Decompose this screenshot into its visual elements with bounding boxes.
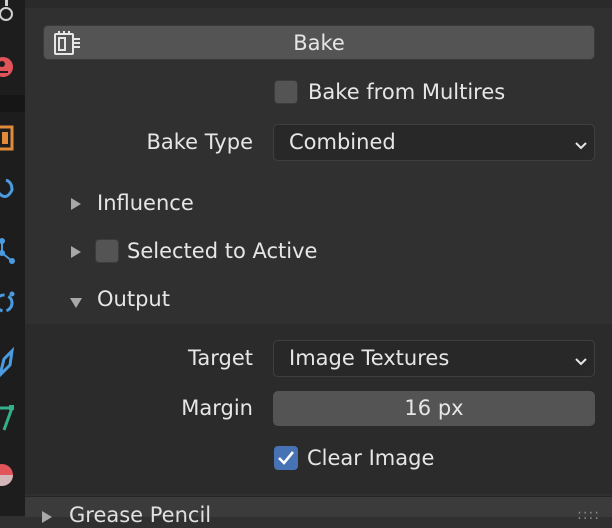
properties-tab-sidebar	[0, 0, 25, 516]
grease-pencil-panel-header[interactable]: Grease Pencil ::::	[25, 496, 612, 527]
bake-type-value: Combined	[289, 130, 396, 154]
grease-pencil-expand-icon[interactable]	[41, 509, 53, 528]
chevron-down-icon	[574, 353, 588, 372]
shading-icon[interactable]	[0, 458, 25, 492]
selected-to-active-expand-icon[interactable]	[70, 244, 82, 263]
margin-label: Margin	[181, 396, 253, 420]
clear-image-label: Clear Image	[307, 446, 435, 470]
clear-image-checkbox[interactable]	[274, 446, 298, 470]
output-section-header[interactable]: Output	[97, 287, 170, 311]
panel-top-strip	[25, 0, 612, 8]
selected-to-active-header[interactable]: Selected to Active	[127, 239, 317, 263]
target-value: Image Textures	[289, 346, 450, 370]
object-properties-icon[interactable]	[0, 121, 25, 155]
bake-button[interactable]: Bake	[43, 25, 595, 60]
bake-type-dropdown[interactable]: Combined	[273, 124, 595, 161]
selected-to-active-checkbox[interactable]	[95, 239, 119, 263]
target-dropdown[interactable]: Image Textures	[273, 340, 595, 377]
constraints-icon[interactable]	[0, 286, 25, 320]
bake-button-label: Bake	[293, 31, 345, 55]
material-icon[interactable]	[0, 50, 25, 84]
influence-expand-icon[interactable]	[70, 196, 82, 215]
margin-number-field[interactable]: 16 px	[273, 391, 595, 426]
output-collapse-icon[interactable]	[69, 294, 83, 313]
particles-icon[interactable]	[0, 235, 25, 269]
margin-value: 16 px	[404, 396, 464, 420]
checkmark-icon	[278, 451, 295, 465]
grease-pencil-label: Grease Pencil	[69, 503, 212, 527]
bake-type-label: Bake Type	[146, 130, 253, 154]
physics-icon[interactable]	[0, 172, 25, 206]
sidebar-separator	[0, 95, 25, 112]
influence-section-header[interactable]: Influence	[97, 191, 194, 215]
bake-from-multires-label: Bake from Multires	[308, 80, 506, 104]
object-data-icon[interactable]	[0, 402, 25, 436]
bake-from-multires-checkbox[interactable]	[274, 80, 298, 104]
render-properties-icon[interactable]	[0, 0, 25, 26]
chevron-down-icon	[574, 137, 588, 156]
modifier-icon[interactable]	[0, 345, 25, 379]
drag-handle-icon[interactable]: ::::	[577, 507, 600, 523]
target-label: Target	[188, 346, 253, 370]
